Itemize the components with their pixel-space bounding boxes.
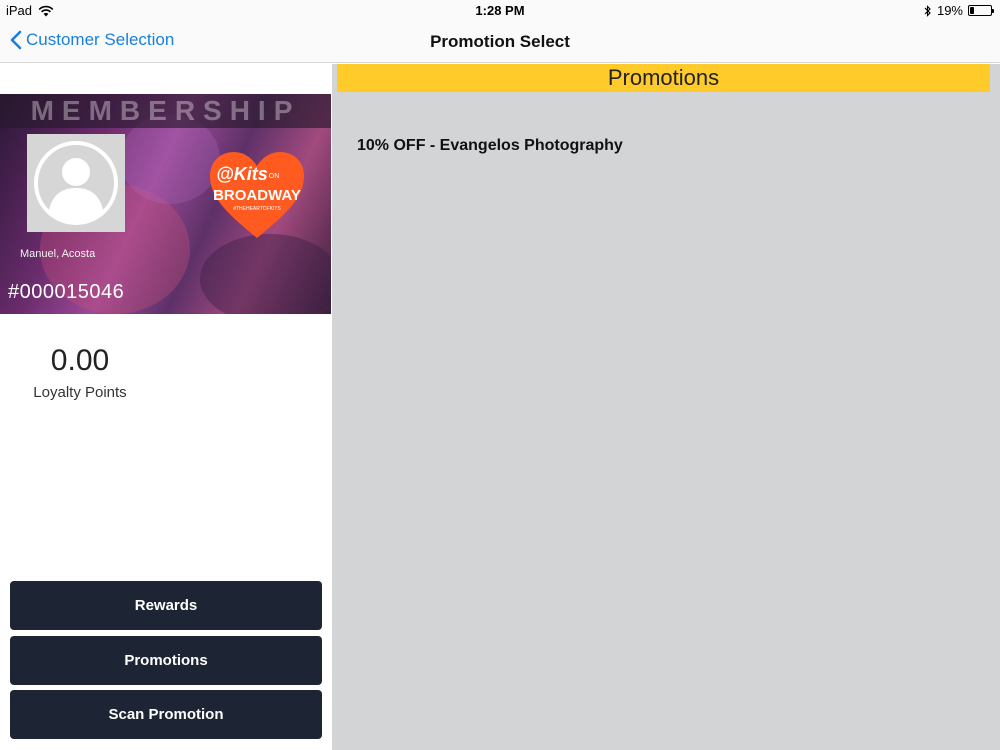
- battery-icon: [968, 5, 994, 16]
- status-right: 19%: [924, 3, 994, 18]
- promotions-button[interactable]: Promotions: [10, 636, 322, 685]
- loyalty-points: 0.00 Loyalty Points: [0, 344, 160, 401]
- back-button[interactable]: Customer Selection: [10, 30, 174, 50]
- card-heading: MEMBERSHIP: [0, 94, 331, 128]
- promotions-panel: Promotions 10% OFF - Evangelos Photograp…: [332, 64, 1000, 750]
- back-button-label: Customer Selection: [26, 30, 175, 49]
- loyalty-points-value: 0.00: [50, 344, 110, 377]
- card-art: [200, 234, 331, 314]
- status-bar: iPad 1:28 PM 19%: [0, 0, 1000, 20]
- logo-tagline: #THEHEARTOFKITS: [233, 206, 281, 212]
- rewards-button[interactable]: Rewards: [10, 581, 322, 630]
- logo-line1: @Kits: [216, 164, 268, 184]
- membership-card: MEMBERSHIP Manuel, Acosta #000015046 @Ki…: [0, 94, 331, 314]
- user-placeholder-icon: [34, 141, 118, 225]
- status-time: 1:28 PM: [475, 3, 525, 18]
- logo-line1-suffix: ON: [269, 173, 280, 180]
- loyalty-points-label: Loyalty Points: [33, 384, 127, 401]
- promotions-header: Promotions: [337, 64, 990, 92]
- member-name: Manuel, Acosta: [20, 248, 96, 260]
- chevron-left-icon: [10, 30, 22, 50]
- battery-percent: 19%: [936, 3, 963, 18]
- kits-on-broadway-logo: @Kits ON BROADWAY #THEHEARTOFKITS: [210, 152, 304, 238]
- promotion-item[interactable]: 10% OFF - Evangelos Photography: [357, 137, 623, 155]
- logo-line2: BROADWAY: [213, 187, 301, 204]
- scan-promotion-button[interactable]: Scan Promotion: [10, 690, 322, 739]
- bluetooth-icon: [924, 4, 931, 17]
- customer-panel: MEMBERSHIP Manuel, Acosta #000015046 @Ki…: [0, 64, 332, 750]
- avatar: [27, 134, 125, 232]
- member-number: #000015046: [8, 281, 125, 303]
- navigation-bar: Customer Selection Promotion Select: [0, 20, 1000, 63]
- battery-fill: [970, 7, 974, 14]
